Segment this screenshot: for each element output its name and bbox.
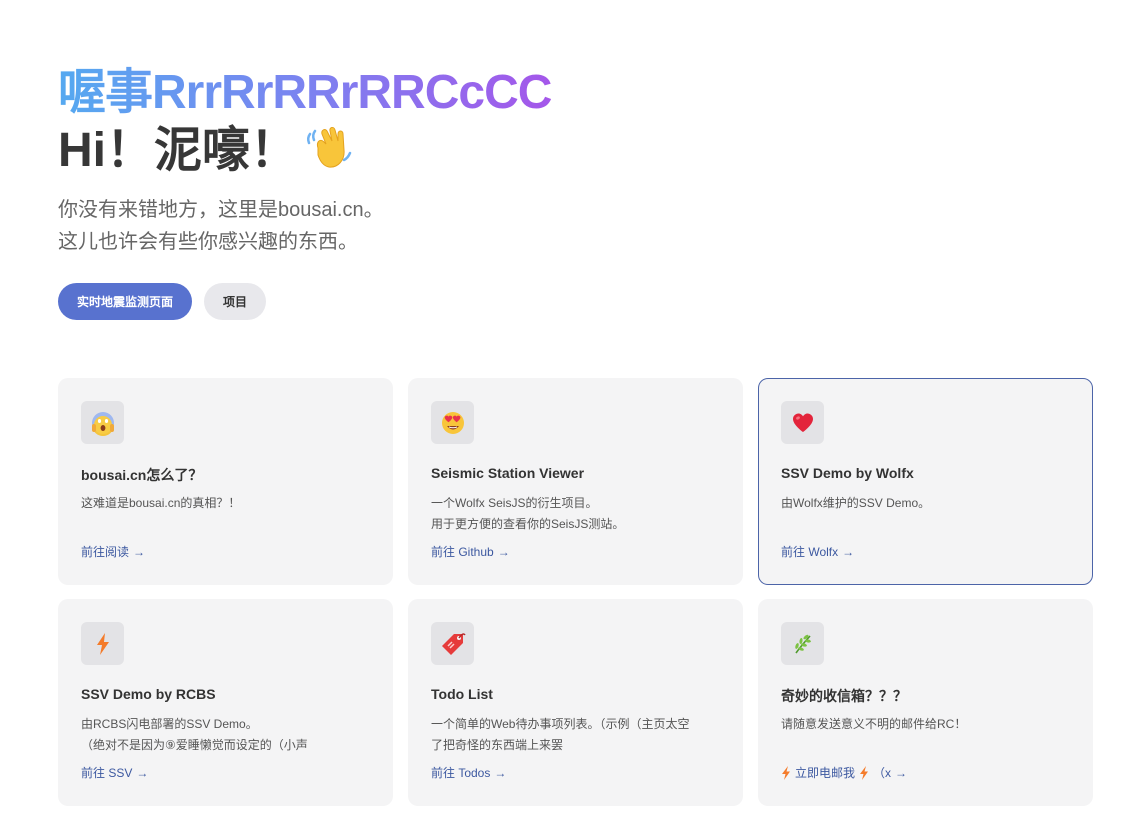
card-description: 这难道是bousai.cn的真相？！ xyxy=(81,493,370,514)
card-ssv-demo-rcbs[interactable]: SSV Demo by RCBS 由RCBS闪电部署的SSV Demo。 （绝对… xyxy=(58,599,393,806)
card-link-label: 立即电邮我 xyxy=(795,766,856,780)
card-description-line: 了把奇怪的东西端上来罢 xyxy=(431,738,564,752)
card-description: 一个简单的Web待办事项列表。（示例（主页太空 了把奇怪的东西端上来罢 xyxy=(431,714,720,756)
arrow-right-icon: → xyxy=(133,544,146,559)
arrow-right-icon: → xyxy=(895,765,908,780)
card-title: Todo List xyxy=(431,686,493,702)
card-bousai-what-happened[interactable]: bousai.cn怎么了？ 这难道是bousai.cn的真相？！ 前往阅读 → xyxy=(58,378,393,585)
wolfx-link[interactable]: 前往 Wolfx → xyxy=(781,543,854,560)
hero-gradient-title: 喔事RrrRrRRrRRCcCC xyxy=(58,64,758,122)
card-description-line: 一个Wolfx SeisJS的衍生项目。 xyxy=(431,496,598,510)
card-title: Seismic Station Viewer xyxy=(431,465,585,481)
lightning-icon xyxy=(782,765,790,780)
action-buttons: 实时地震监测页面 项目 xyxy=(58,283,267,320)
waving-hand-icon xyxy=(304,122,354,172)
herb-icon xyxy=(781,622,824,665)
card-link-label: 前往 SSV xyxy=(81,766,133,780)
todos-link[interactable]: 前往 Todos → xyxy=(431,764,506,781)
tag-icon xyxy=(431,622,474,665)
card-todo-list[interactable]: Todo List 一个简单的Web待办事项列表。（示例（主页太空 了把奇怪的东… xyxy=(408,599,743,806)
lightning-icon xyxy=(860,765,869,780)
card-description-line: （绝对不是因为⑨爱睡懒觉而设定的（小声 xyxy=(81,738,308,752)
github-link[interactable]: 前往 Github → xyxy=(431,543,510,560)
hero-section: 喔事RrrRrRRrRRCcCC Hi！泥嚎！ 你没有来错地方，这里是bousa… xyxy=(58,64,758,258)
scream-face-icon xyxy=(81,401,124,444)
hero-greeting: Hi！泥嚎！ xyxy=(58,122,758,180)
heart-eyes-face-icon xyxy=(431,401,474,444)
heart-icon xyxy=(781,401,824,444)
card-title: SSV Demo by Wolfx xyxy=(781,465,914,481)
card-title: SSV Demo by RCBS xyxy=(81,686,216,702)
card-link-label: 前往 Github xyxy=(431,545,494,559)
card-description: 由RCBS闪电部署的SSV Demo。 （绝对不是因为⑨爱睡懒觉而设定的（小声 xyxy=(81,714,370,756)
card-link-label: 前往阅读 xyxy=(81,545,130,559)
card-description-line: 一个简单的Web待办事项列表。（示例（主页太空 xyxy=(431,717,690,731)
card-link-label: 前往 Todos xyxy=(431,766,491,780)
card-seismic-station-viewer[interactable]: Seismic Station Viewer 一个Wolfx SeisJS的衍生… xyxy=(408,378,743,585)
card-mailbox[interactable]: 奇妙的收信箱？？？ 请随意发送意义不明的邮件给RC！ 立即电邮我 （x → xyxy=(758,599,1093,806)
card-description: 一个Wolfx SeisJS的衍生项目。 用于更方便的查看你的SeisJS测站。 xyxy=(431,493,720,535)
card-description-line: 请随意发送意义不明的邮件给RC！ xyxy=(781,717,967,731)
card-title: bousai.cn怎么了？ xyxy=(81,467,203,483)
arrow-right-icon: → xyxy=(494,765,507,780)
card-description-line: 这难道是bousai.cn的真相？！ xyxy=(81,496,241,510)
project-cards-grid: bousai.cn怎么了？ 这难道是bousai.cn的真相？！ 前往阅读 → … xyxy=(58,378,1093,806)
hero-greeting-text: Hi！泥嚎！ xyxy=(58,124,299,177)
hero-subtitle-line-1: 你没有来错地方，这里是bousai.cn。 xyxy=(58,199,384,221)
card-description-line: 由RCBS闪电部署的SSV Demo。 xyxy=(81,717,258,731)
card-link-label: 前往 Wolfx xyxy=(781,545,839,559)
lightning-icon xyxy=(81,622,124,665)
card-title: 奇妙的收信箱？？？ xyxy=(781,688,907,704)
projects-button[interactable]: 项目 xyxy=(204,283,267,320)
card-description-line: 由Wolfx维护的SSV Demo。 xyxy=(781,496,931,510)
card-ssv-demo-wolfx[interactable]: SSV Demo by Wolfx 由Wolfx维护的SSV Demo。 前往 … xyxy=(758,378,1093,585)
card-description: 由Wolfx维护的SSV Demo。 xyxy=(781,493,1070,514)
arrow-right-icon: → xyxy=(136,765,149,780)
card-link-suffix: （x xyxy=(873,766,892,780)
earthquake-monitor-button[interactable]: 实时地震监测页面 xyxy=(58,283,193,320)
card-description: 请随意发送意义不明的邮件给RC！ xyxy=(781,714,1070,735)
arrow-right-icon: → xyxy=(842,544,855,559)
read-more-link[interactable]: 前往阅读 → xyxy=(81,543,145,560)
email-me-link[interactable]: 立即电邮我 （x → xyxy=(781,764,907,781)
hero-subtitle-line-2: 这儿也许会有些你感兴趣的东西。 xyxy=(58,231,358,253)
arrow-right-icon: → xyxy=(497,544,510,559)
hero-subtitle: 你没有来错地方，这里是bousai.cn。 这儿也许会有些你感兴趣的东西。 xyxy=(58,194,758,258)
card-description-line: 用于更方便的查看你的SeisJS测站。 xyxy=(431,517,625,531)
ssv-link[interactable]: 前往 SSV → xyxy=(81,764,148,781)
